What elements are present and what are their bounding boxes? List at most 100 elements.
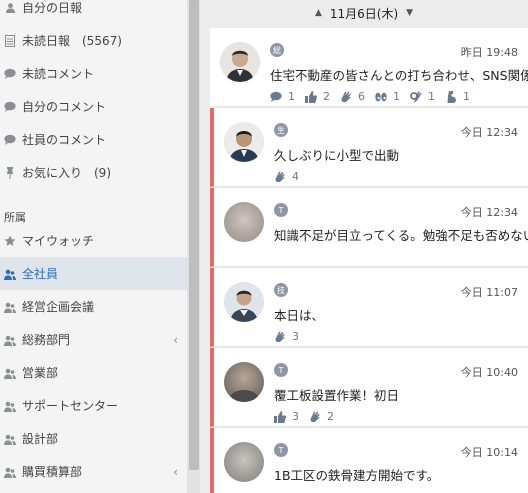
report-card[interactable]: 総 昨日 19:48 住宅不動産の皆さんとの打ち合わせ、SNS関係 1 2 6 … bbox=[210, 28, 528, 107]
sidebar-item-label: 全社員 bbox=[22, 267, 59, 281]
stat-value: 2 bbox=[327, 410, 334, 423]
report-card[interactable]: 生 今日 12:34 久しぶりに小型で出動 4 bbox=[210, 108, 528, 187]
users-icon bbox=[4, 466, 16, 478]
star-icon bbox=[4, 235, 16, 247]
clap-count[interactable]: 3 bbox=[274, 330, 299, 343]
like-count[interactable]: 3 bbox=[274, 410, 299, 423]
avatar bbox=[224, 282, 264, 322]
document-icon bbox=[4, 34, 16, 47]
flex-count[interactable]: 1 bbox=[445, 90, 470, 103]
sidebar-item-favorites[interactable]: お気に入り (9) bbox=[0, 156, 187, 189]
post-title: 知識不足が目立ってくる。勉強不足も否めない bbox=[274, 228, 528, 243]
clap-icon bbox=[340, 91, 352, 103]
sidebar-group-planning-meeting[interactable]: 経営企画会議 bbox=[0, 290, 187, 323]
stat-value: 1 bbox=[288, 90, 295, 103]
sidebar-item-label: 未読日報 (5567) bbox=[22, 34, 122, 48]
sidebar-item-label: サポートセンター bbox=[22, 399, 119, 413]
stat-value: 1 bbox=[463, 90, 470, 103]
post-stats: 4 bbox=[274, 170, 309, 183]
comment-icon bbox=[270, 91, 282, 103]
clap-count[interactable]: 6 bbox=[340, 90, 365, 103]
post-title: 久しぶりに小型で出動 bbox=[274, 148, 400, 163]
chevron-left-icon[interactable]: ‹ bbox=[173, 333, 178, 347]
user-icon bbox=[4, 2, 16, 14]
post-time: 今日 12:34 bbox=[460, 126, 518, 139]
comment-count[interactable]: 1 bbox=[270, 90, 295, 103]
report-card[interactable]: T 今日 10:14 1B工区の鉄骨建方開始です。 bbox=[210, 428, 528, 493]
comment-icon bbox=[4, 68, 16, 80]
post-time: 今日 10:14 bbox=[460, 446, 518, 459]
clap-count[interactable]: 2 bbox=[309, 410, 334, 423]
sidebar-group-general-affairs[interactable]: 総務部門 ‹ bbox=[0, 323, 187, 356]
sidebar-item-label: 経営企画会議 bbox=[22, 300, 95, 314]
ok-count[interactable]: 1 bbox=[410, 90, 435, 103]
chevron-left-icon[interactable]: ‹ bbox=[173, 465, 178, 479]
date-navigator: ▲ 11月6日(木) ▼ bbox=[200, 0, 528, 26]
sidebar-item-label: マイウォッチ bbox=[22, 234, 95, 248]
post-time: 今日 12:34 bbox=[460, 206, 518, 219]
stat-value: 3 bbox=[292, 410, 299, 423]
sidebar-item-label: 自分の日報 bbox=[22, 1, 83, 15]
users-icon bbox=[4, 367, 16, 379]
report-card[interactable]: 技 今日 11:07 本日は、 3 bbox=[210, 268, 528, 347]
sidebar-item-label: 社員のコメント bbox=[22, 133, 107, 147]
prev-day-button[interactable]: ▲ bbox=[315, 8, 322, 18]
flex-icon bbox=[445, 90, 457, 103]
sidebar-group-sales[interactable]: 営業部 bbox=[0, 356, 187, 389]
avatar bbox=[224, 442, 264, 482]
like-count[interactable]: 2 bbox=[305, 90, 330, 103]
avatar bbox=[224, 362, 264, 402]
users-icon bbox=[4, 334, 16, 346]
report-card[interactable]: T 今日 10:40 覆工板設置作業！初日 3 2 bbox=[210, 348, 528, 427]
avatar bbox=[224, 122, 264, 162]
sidebar-item-my-comments[interactable]: 自分のコメント bbox=[0, 90, 187, 123]
stat-value: 3 bbox=[292, 330, 299, 343]
sidebar-item-label: 営業部 bbox=[22, 366, 59, 380]
report-card[interactable]: T 今日 12:34 知識不足が目立ってくる。勉強不足も否めない bbox=[210, 188, 528, 267]
users-icon bbox=[4, 268, 16, 280]
sidebar-scrollbar[interactable] bbox=[188, 0, 200, 493]
users-icon bbox=[4, 400, 16, 412]
section-title: 所属 bbox=[4, 211, 26, 224]
sidebar-item-label: 自分のコメント bbox=[22, 100, 107, 114]
clap-count[interactable]: 4 bbox=[274, 170, 299, 183]
avatar bbox=[220, 42, 260, 82]
sidebar-item-unread-comments[interactable]: 未読コメント bbox=[0, 57, 187, 90]
department-badge: T bbox=[274, 363, 288, 377]
sidebar-item-my-reports[interactable]: 自分の日報 bbox=[0, 0, 187, 24]
sidebar-group-design[interactable]: 設計部 bbox=[0, 422, 187, 455]
clap-icon bbox=[274, 331, 286, 343]
post-stats: 1 2 6 1 1 1 bbox=[270, 90, 480, 103]
stat-value: 6 bbox=[358, 90, 365, 103]
report-feed: ▲ 11月6日(木) ▼ 総 昨日 19:48 住宅不動産の皆さんとの打ち合わせ… bbox=[200, 0, 528, 493]
scrollbar-thumb[interactable] bbox=[189, 0, 199, 470]
sidebar-item-label: 総務部門 bbox=[22, 333, 71, 347]
next-day-button[interactable]: ▼ bbox=[406, 8, 413, 18]
sidebar-group-my-watch[interactable]: マイウォッチ bbox=[0, 224, 187, 257]
department-badge: 生 bbox=[274, 123, 288, 137]
clap-icon bbox=[274, 171, 286, 183]
department-badge: 技 bbox=[274, 283, 288, 297]
eyes-count[interactable]: 1 bbox=[375, 90, 400, 103]
stat-value: 1 bbox=[428, 90, 435, 103]
users-icon bbox=[4, 433, 16, 445]
department-badge: 総 bbox=[270, 43, 284, 57]
post-time: 今日 11:07 bbox=[460, 286, 518, 299]
sidebar-group-support-center[interactable]: サポートセンター bbox=[0, 389, 187, 422]
stat-value: 4 bbox=[292, 170, 299, 183]
department-badge: T bbox=[274, 203, 288, 217]
thumbs-up-icon bbox=[274, 410, 286, 423]
department-badge: T bbox=[274, 443, 288, 457]
avatar bbox=[224, 202, 264, 242]
stat-value: 1 bbox=[393, 90, 400, 103]
sidebar-item-unread-reports[interactable]: 未読日報 (5567) bbox=[0, 24, 187, 57]
sidebar-group-purchasing[interactable]: 購買積算部 ‹ bbox=[0, 455, 187, 488]
clap-icon bbox=[309, 411, 321, 423]
sidebar-group-all-employees[interactable]: 全社員 bbox=[0, 257, 187, 290]
sidebar-item-employee-comments[interactable]: 社員のコメント bbox=[0, 123, 187, 156]
stat-value: 2 bbox=[323, 90, 330, 103]
pin-icon bbox=[4, 166, 16, 179]
post-title: 1B工区の鉄骨建方開始です。 bbox=[274, 468, 440, 483]
sidebar-item-label: 未読コメント bbox=[22, 67, 95, 81]
comment-icon bbox=[4, 101, 16, 113]
